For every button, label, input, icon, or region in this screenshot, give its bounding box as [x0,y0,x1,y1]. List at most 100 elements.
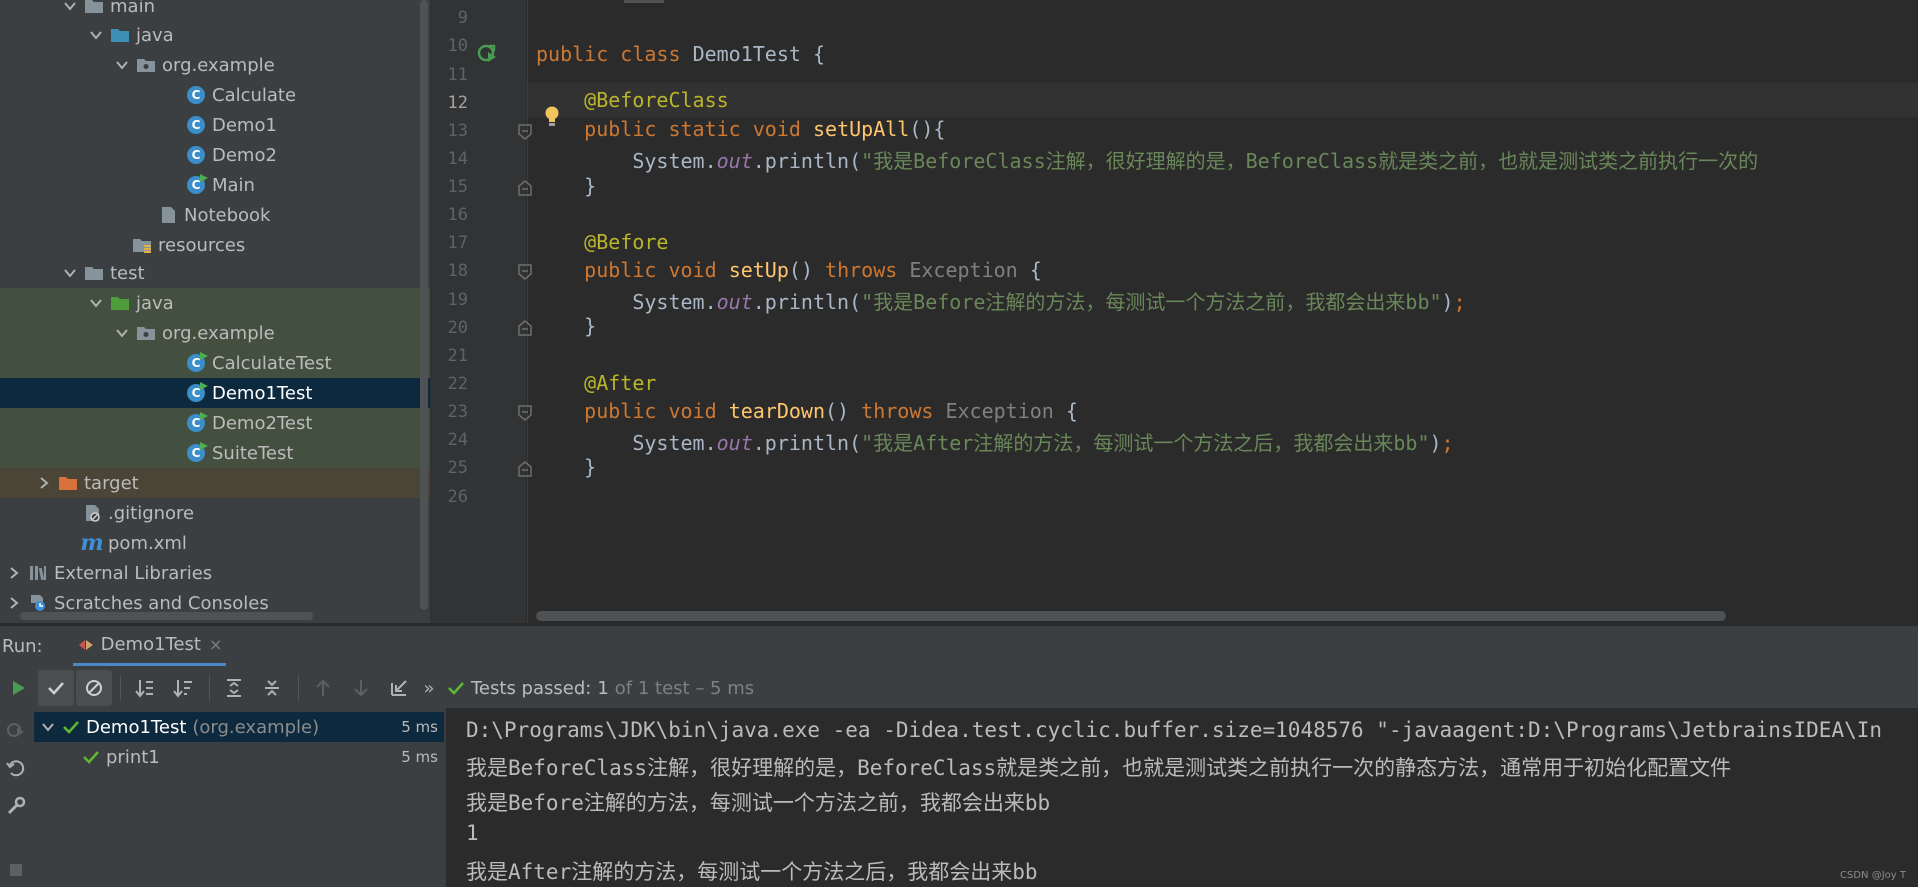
chevron-down-icon[interactable] [88,295,104,311]
tree-item-label: Calculate [212,84,297,106]
test-class-icon: C [186,382,208,403]
project-vertical-scrollbar[interactable] [420,0,428,610]
code-text: System. [632,431,717,455]
tree-item-java[interactable]: java [0,288,430,318]
console-line: 我是After注解的方法，每测试一个方法之后，我都会出来bb [466,860,1038,884]
chevron-right-icon[interactable] [6,565,22,581]
wrench-icon [7,796,26,815]
editor-horizontal-scrollbar[interactable] [536,611,1726,621]
test-status: Tests passed: 1 of 1 test – 5 ms [447,678,754,699]
run-side-toolbar [0,708,32,887]
stop-button[interactable] [4,858,28,882]
tree-item-demo2[interactable]: C Demo2 [0,140,430,170]
test-results-tree: Demo1Test (org.example) 5 ms print1 5 ms [34,710,444,887]
chevron-down-icon[interactable] [62,265,78,281]
fold-open-icon[interactable] [518,405,532,421]
rerun-icon [6,760,25,777]
run-test-icon[interactable] [476,42,498,64]
string-literal: "我是Before注解的方法，每测试一个方法之前，我都会出来bb" [861,290,1442,314]
sort-by-duration-button[interactable] [165,670,201,706]
tree-item-gitignore[interactable]: .gitignore [0,498,430,528]
expand-all-button[interactable] [216,670,252,706]
line-number: 9 [457,8,468,28]
chevron-down-icon[interactable] [114,57,130,73]
chevron-right-icon[interactable] [36,475,52,491]
chevron-right-icon[interactable] [6,595,22,611]
code-line-19: System.out.println("我是Before注解的方法，每测试一个方… [536,286,1466,315]
import-tests-button[interactable] [381,670,417,706]
line-number: 16 [447,205,468,225]
collapse-all-button[interactable] [254,670,290,706]
more-actions-button[interactable]: » [419,670,439,706]
class-icon: C [186,145,206,165]
tree-item-suitetest[interactable]: C SuiteTest [0,438,430,468]
tree-item-demo2test[interactable]: C Demo2Test [0,408,430,438]
fold-open-icon[interactable] [518,124,532,140]
tests-passed-label: Tests passed: [471,677,592,699]
previous-failed-button[interactable] [305,670,341,706]
auto-test-icon [7,723,24,737]
settings-button[interactable] [4,794,28,818]
class-name: Demo1Test [692,42,801,66]
tree-item-org-example[interactable]: org.example [0,318,430,348]
console-line: 1 [466,821,479,845]
keyword: void [668,258,717,282]
run-tab-demo1test[interactable]: Demo1Test × [72,626,227,666]
test-suite-package: (org.example) [192,716,320,738]
chevron-down-icon[interactable] [62,0,78,14]
chevron-down-icon[interactable] [88,27,104,43]
tree-item-org-example[interactable]: org.example [0,50,430,80]
line-number: 18 [447,261,468,281]
tree-item-target[interactable]: target [0,468,430,498]
test-case-row[interactable]: print1 5 ms [34,742,444,772]
fold-close-icon[interactable] [518,320,532,336]
collapse-all-icon [265,680,279,696]
string-literal: "我是After注解的方法，每测试一个方法之后，我都会出来bb" [861,431,1430,455]
tree-item-java[interactable]: java [0,20,430,50]
close-icon[interactable]: × [209,635,222,654]
tree-item-external-libraries[interactable]: External Libraries [0,558,430,588]
tree-item-demo1test[interactable]: C Demo1Test [0,378,430,408]
toggle-auto-test-button[interactable] [4,718,28,742]
tree-item-test[interactable]: test [0,258,430,288]
tree-item-pom-xml[interactable]: m pom.xml [0,528,430,558]
tree-item-label: CalculateTest [212,352,332,374]
folder-icon [84,263,104,283]
test-suite-row[interactable]: Demo1Test (org.example) 5 ms [34,712,444,742]
tree-item-notebook[interactable]: Notebook [0,200,430,230]
code-editor[interactable]: 9 10 11 12 13 14 15 16 17 18 19 20 21 22 23 24 25 26 publ… [432,0,1918,623]
console-line: 我是Before注解的方法，每测试一个方法之前，我都会出来bb [466,791,1051,815]
fold-close-icon[interactable] [518,461,532,477]
tree-item-resources[interactable]: resources [0,230,430,260]
tree-item-demo1[interactable]: C Demo1 [0,110,430,140]
keyword: throws [861,399,934,423]
next-failed-button[interactable] [343,670,379,706]
chevron-down-icon[interactable] [40,719,56,735]
line-number: 12 [447,93,468,113]
show-ignored-toggle[interactable] [76,670,112,706]
expand-all-icon [227,679,241,697]
rerun-failed-button[interactable] [4,756,28,780]
fold-close-icon[interactable] [518,180,532,196]
tree-item-main[interactable]: main [0,0,430,21]
test-run-icon [78,639,93,650]
project-horizontal-scrollbar[interactable] [20,612,313,620]
test-source-folder-icon [110,293,130,313]
tree-item-calculate[interactable]: C Calculate [0,80,430,110]
code-line-25: } [536,455,596,479]
rerun-button[interactable] [0,670,36,706]
tree-item-calculatetest[interactable]: C CalculateTest [0,348,430,378]
brace: } [584,174,597,198]
sort-alphabetically-button[interactable] [127,670,163,706]
exception-type: Exception [945,399,1054,423]
line-number: 17 [447,233,468,253]
chevron-down-icon[interactable] [114,325,130,341]
show-passed-toggle[interactable] [38,670,74,706]
exception-type: Exception [909,258,1018,282]
line-number: 11 [447,65,468,85]
fold-open-icon[interactable] [518,264,532,280]
semicolon: ; [1453,290,1466,314]
console-output[interactable]: D:\Programs\JDK\bin\java.exe -ea -Didea.… [446,708,1918,887]
project-tool-window: main java org.example C Calculate C Demo1 C Demo… [0,0,430,623]
tree-item-main[interactable]: C Main [0,170,430,200]
